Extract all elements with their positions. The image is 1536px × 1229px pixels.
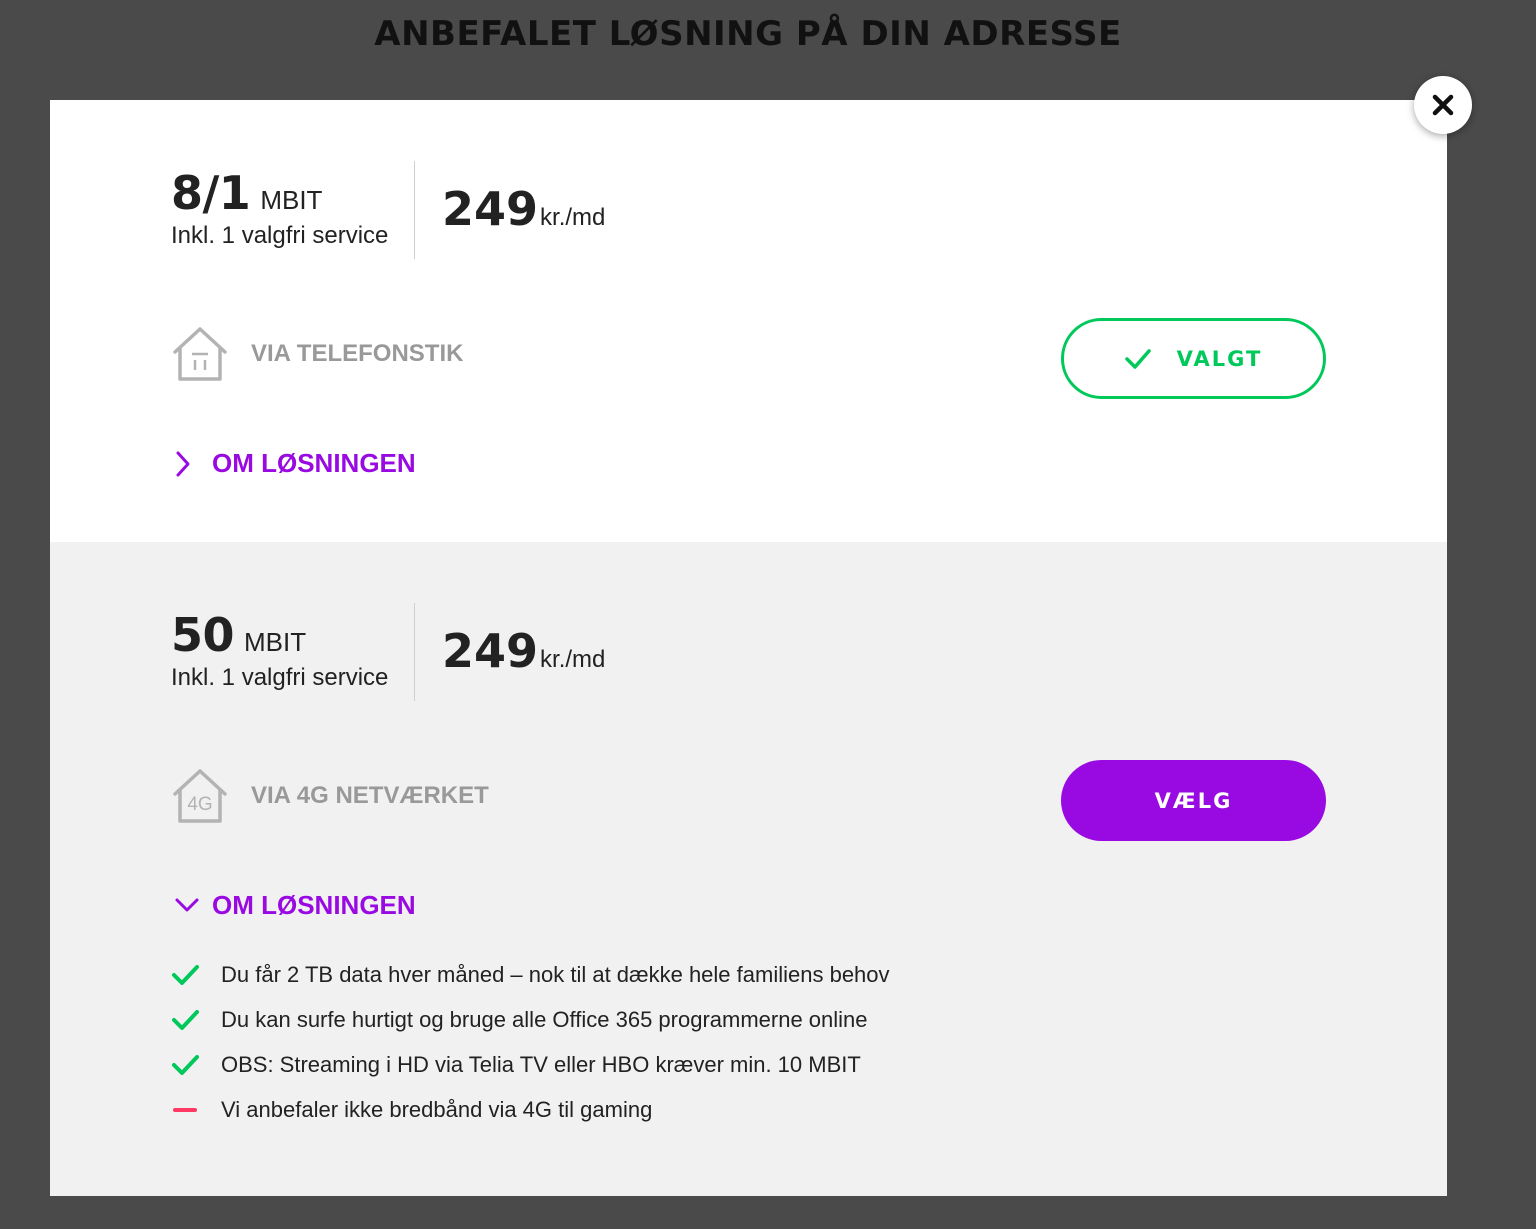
- solution-card-4g: 50 MBIT Inkl. 1 valgfri service 249 kr./…: [50, 542, 1447, 1196]
- feature-item: Du får 2 TB data hver måned – nok til at…: [171, 952, 890, 997]
- feature-item: Vi anbefaler ikke bredbånd via 4G til ga…: [171, 1087, 890, 1132]
- selected-button[interactable]: VALGT: [1061, 318, 1326, 399]
- feature-item: Du kan surfe hurtigt og bruge alle Offic…: [171, 997, 890, 1042]
- check-icon: [172, 964, 199, 985]
- connection-type: VIA TELEFONSTIK: [171, 324, 463, 384]
- service-note: Inkl. 1 valgfri service: [171, 664, 389, 691]
- close-icon: [1432, 94, 1454, 116]
- chevron-down-icon: [175, 898, 199, 911]
- house-4g-icon: 4G: [173, 769, 227, 823]
- about-solution-label: OM LØSNINGEN: [212, 448, 416, 478]
- page-title: ANBEFALET LØSNING PÅ DIN ADRESSE: [374, 14, 1122, 54]
- about-solution-toggle[interactable]: OM LØSNINGEN: [174, 890, 416, 921]
- divider: [414, 161, 415, 259]
- price-info: 249 kr./md: [442, 182, 605, 236]
- price-unit: kr./md: [540, 204, 606, 231]
- price-value: 249: [442, 182, 539, 236]
- connection-label: VIA TELEFONSTIK: [251, 340, 464, 367]
- house-4g-text: 4G: [187, 794, 212, 815]
- connection-label: VIA 4G NETVÆRKET: [251, 782, 489, 809]
- speed-info: 8/1 MBIT Inkl. 1 valgfri service: [171, 166, 411, 250]
- speed-info: 50 MBIT Inkl. 1 valgfri service: [171, 608, 411, 692]
- speed-unit: MBIT: [244, 627, 307, 657]
- about-solution-toggle[interactable]: OM LØSNINGEN: [174, 448, 416, 479]
- feature-text: OBS: Streaming i HD via Telia TV eller H…: [221, 1051, 861, 1077]
- selected-button-label: VALGT: [1176, 346, 1263, 371]
- check-icon: [172, 1009, 199, 1030]
- feature-text: Vi anbefaler ikke bredbånd via 4G til ga…: [221, 1096, 653, 1122]
- divider: [414, 603, 415, 701]
- choose-button[interactable]: VÆLG: [1061, 760, 1326, 841]
- feature-text: Du kan surfe hurtigt og bruge alle Offic…: [221, 1006, 868, 1032]
- speed-value: 8/1: [171, 166, 251, 220]
- minus-icon: [173, 1107, 197, 1112]
- service-note: Inkl. 1 valgfri service: [171, 222, 389, 249]
- speed-unit: MBIT: [260, 185, 323, 215]
- close-button[interactable]: [1414, 76, 1472, 134]
- speed-value: 50: [171, 608, 235, 662]
- house-phone-icon: [173, 327, 227, 381]
- solutions-modal: 8/1 MBIT Inkl. 1 valgfri service 249 kr.…: [50, 100, 1447, 1196]
- connection-type: 4G VIA 4G NETVÆRKET: [171, 766, 489, 826]
- feature-item: OBS: Streaming i HD via Telia TV eller H…: [171, 1042, 890, 1087]
- check-icon: [1124, 348, 1151, 369]
- chevron-right-icon: [176, 451, 190, 476]
- feature-list: Du får 2 TB data hver måned – nok til at…: [171, 952, 890, 1132]
- solution-card-telefonstik: 8/1 MBIT Inkl. 1 valgfri service 249 kr.…: [50, 100, 1447, 542]
- price-unit: kr./md: [540, 646, 606, 673]
- about-solution-label: OM LØSNINGEN: [212, 890, 416, 920]
- price-info: 249 kr./md: [442, 624, 605, 678]
- price-value: 249: [442, 624, 539, 678]
- feature-text: Du får 2 TB data hver måned – nok til at…: [221, 961, 890, 987]
- check-icon: [172, 1054, 199, 1075]
